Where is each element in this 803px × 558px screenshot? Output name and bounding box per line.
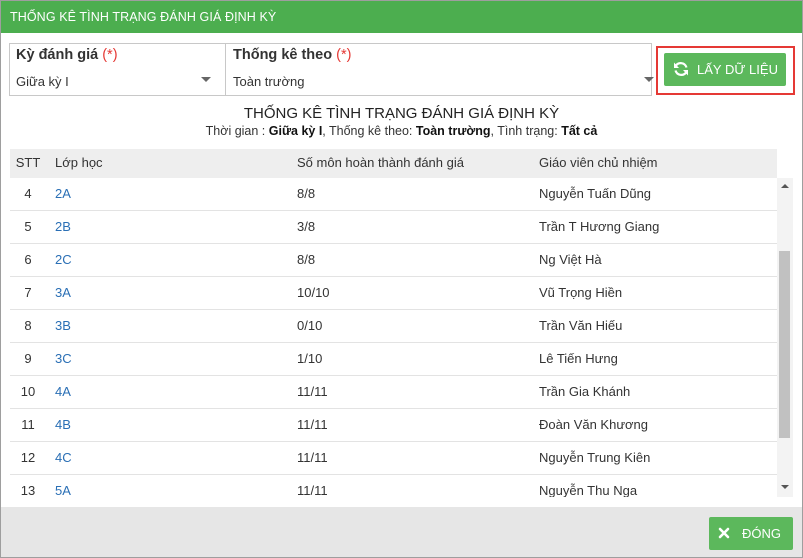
cell-completed: 8/8: [297, 252, 316, 267]
report-subtitle: Thời gian : Giữa kỳ I, Thống kê theo: To…: [205, 124, 598, 138]
table-row: 5 2B 3/8 Trần T Hương Giang: [10, 211, 777, 244]
class-link[interactable]: 3B: [55, 318, 71, 333]
get-data-label: LẤY DỮ LIỆU: [697, 62, 778, 77]
scope-label: Thống kê theo (*): [233, 47, 352, 63]
cell-teacher: Lê Tiến Hưng: [539, 351, 618, 366]
dialog-footer: ĐÓNG: [1, 507, 802, 557]
cell-completed: 11/11: [297, 450, 328, 465]
cell-teacher: Nguyễn Tuấn Dũng: [539, 186, 652, 201]
cell-teacher: Nguyễn Thu Nga: [539, 483, 638, 497]
refresh-icon: [674, 62, 688, 76]
period-label: Kỳ đánh giá (*): [16, 47, 118, 63]
cell-teacher: Vũ Trọng Hiền: [539, 285, 623, 300]
cell-teacher: Trần T Hương Giang: [539, 219, 660, 234]
cell-completed: 8/8: [297, 186, 316, 201]
table-row: 12 4C 11/11 Nguyễn Trung Kiên: [10, 442, 777, 475]
chevron-down-icon[interactable]: [201, 77, 211, 82]
cell-completed: 11/11: [297, 483, 328, 497]
cell-stt: 10: [20, 384, 36, 399]
cell-completed: 10/10: [297, 285, 330, 300]
class-link[interactable]: 4A: [55, 384, 71, 399]
filter-bar: Kỳ đánh giá (*) Giữa kỳ I Thống kê theo …: [9, 43, 654, 96]
cell-stt: 13: [20, 483, 36, 497]
table-body[interactable]: 4 2A 8/8 Nguyễn Tuấn Dũng 5 2B 3/8 Trần …: [10, 178, 777, 497]
dialog-titlebar: THỐNG KÊ TÌNH TRẠNG ĐÁNH GIÁ ĐỊNH KỲ: [1, 1, 802, 33]
chevron-down-icon[interactable]: [644, 77, 654, 82]
cell-completed: 3/8: [297, 219, 316, 234]
class-link[interactable]: 4B: [55, 417, 71, 432]
table-row: 9 3C 1/10 Lê Tiến Hưng: [10, 343, 777, 376]
class-link[interactable]: 5A: [55, 483, 71, 497]
cell-stt: 6: [24, 252, 32, 267]
class-link[interactable]: 3A: [55, 285, 71, 300]
column-header-teacher: Giáo viên chủ nhiệm: [539, 155, 658, 170]
period-value: Giữa kỳ I: [16, 74, 69, 89]
scope-value: Toàn trường: [233, 74, 305, 89]
table-scrollbar[interactable]: [777, 178, 793, 497]
cell-stt: 4: [24, 186, 32, 201]
cell-teacher: Đoàn Văn Khương: [539, 417, 649, 432]
required-mark: (*): [336, 47, 352, 63]
report-title: THỐNG KÊ TÌNH TRẠNG ĐÁNH GIÁ ĐỊNH KỲ: [243, 105, 560, 122]
table-row: 11 4B 11/11 Đoàn Văn Khương: [10, 409, 777, 442]
get-data-button[interactable]: LẤY DỮ LIỆU: [664, 53, 786, 86]
column-header-stt: STT: [15, 155, 41, 170]
cell-teacher: Ng Việt Hà: [539, 252, 602, 267]
table-row: 13 5A 11/11 Nguyễn Thu Nga: [10, 475, 777, 497]
table-row: 4 2A 8/8 Nguyễn Tuấn Dũng: [10, 178, 777, 211]
cell-stt: 12: [20, 450, 36, 465]
cell-stt: 9: [24, 351, 32, 366]
cell-stt: 5: [24, 219, 32, 234]
table-header: STT Lớp học Số môn hoàn thành đánh giá G…: [10, 149, 777, 178]
class-link[interactable]: 3C: [55, 351, 72, 366]
cell-stt: 8: [24, 318, 32, 333]
period-select[interactable]: Kỳ đánh giá (*) Giữa kỳ I: [10, 44, 226, 95]
cell-teacher: Nguyễn Trung Kiên: [539, 450, 651, 465]
class-link[interactable]: 2C: [55, 252, 72, 267]
cell-completed: 1/10: [297, 351, 323, 366]
close-label: ĐÓNG: [742, 526, 781, 541]
table-row: 6 2C 8/8 Ng Việt Hà: [10, 244, 777, 277]
cell-completed: 11/11: [297, 384, 328, 399]
dialog-title: THỐNG KÊ TÌNH TRẠNG ĐÁNH GIÁ ĐỊNH KỲ: [10, 10, 277, 24]
close-icon: [718, 527, 730, 539]
cell-completed: 0/10: [297, 318, 323, 333]
scroll-up-icon[interactable]: [781, 184, 789, 188]
table-row: 10 4A 11/11 Trần Gia Khánh: [10, 376, 777, 409]
scope-select[interactable]: Thống kê theo (*) Toàn trường: [227, 44, 654, 95]
column-header-class: Lớp học: [55, 155, 103, 170]
cell-stt: 11: [21, 417, 35, 432]
close-button[interactable]: ĐÓNG: [709, 517, 793, 550]
table-row: 7 3A 10/10 Vũ Trọng Hiền: [10, 277, 777, 310]
cell-stt: 7: [24, 285, 32, 300]
table-row: 8 3B 0/10 Trần Văn Hiếu: [10, 310, 777, 343]
required-mark: (*): [102, 47, 118, 63]
class-link[interactable]: 2A: [55, 186, 71, 201]
class-link[interactable]: 4C: [55, 450, 72, 465]
column-header-completed: Số môn hoàn thành đánh giá: [297, 155, 464, 170]
class-link[interactable]: 2B: [55, 219, 71, 234]
scrollbar-thumb[interactable]: [779, 251, 790, 438]
cell-teacher: Trần Gia Khánh: [539, 384, 631, 399]
cell-teacher: Trần Văn Hiếu: [539, 318, 623, 333]
scroll-down-icon[interactable]: [781, 485, 789, 489]
cell-completed: 11/11: [297, 417, 328, 432]
evaluation-status-dialog: THỐNG KÊ TÌNH TRẠNG ĐÁNH GIÁ ĐỊNH KỲ Kỳ …: [0, 0, 803, 558]
